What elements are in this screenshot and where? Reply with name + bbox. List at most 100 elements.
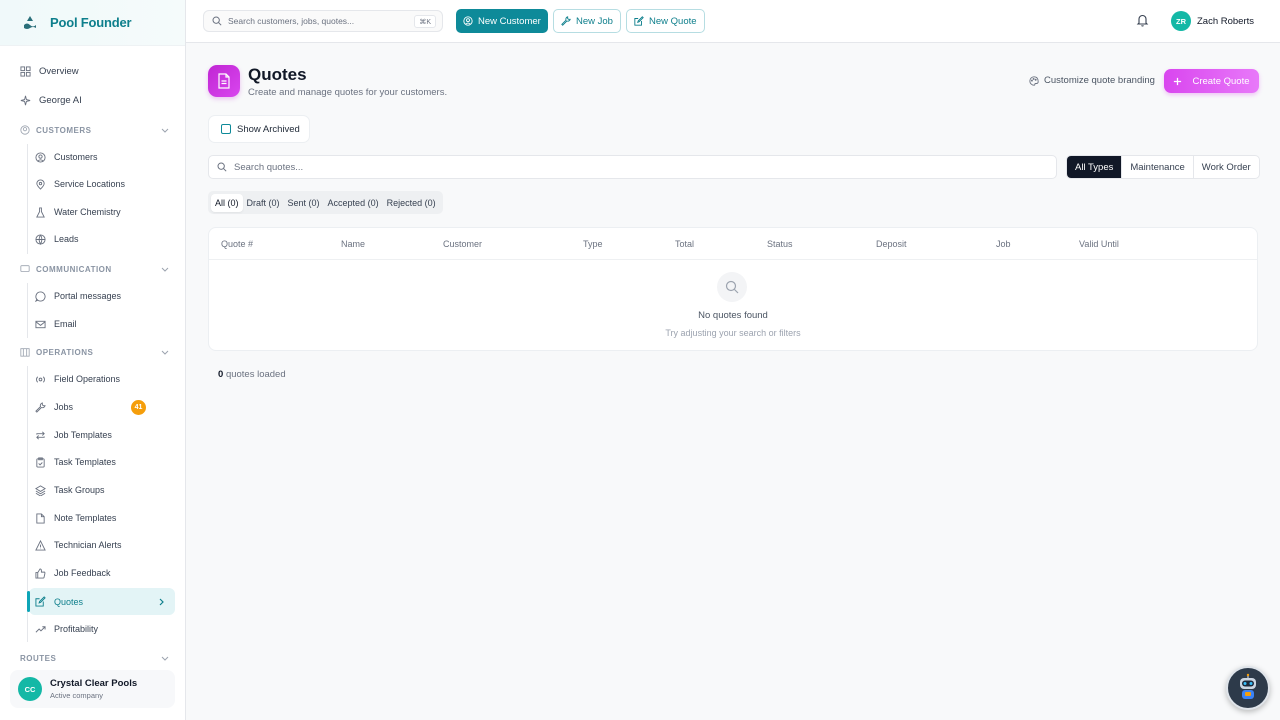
new-customer-button[interactable]: New Customer bbox=[456, 9, 548, 33]
assistant-bot-button[interactable] bbox=[1226, 666, 1270, 710]
mail-icon bbox=[35, 320, 46, 328]
plus-icon bbox=[1174, 77, 1182, 85]
tab-sent[interactable]: Sent (0) bbox=[284, 194, 324, 212]
column-header[interactable]: Quote # bbox=[221, 239, 253, 249]
show-archived-toggle[interactable]: Show Archived bbox=[208, 115, 310, 143]
branding-link-label: Customize quote branding bbox=[1044, 75, 1155, 86]
sidebar-item-email[interactable]: Email bbox=[29, 311, 175, 337]
section-title: CUSTOMERS bbox=[36, 125, 92, 135]
new-job-label: New Job bbox=[576, 15, 613, 27]
page-title: Quotes bbox=[248, 65, 307, 84]
sidebar-item-label: Task Templates bbox=[54, 457, 116, 467]
wrench-icon bbox=[561, 16, 571, 26]
sidebar-item-overview[interactable]: Overview bbox=[14, 58, 175, 84]
chevron-down-icon bbox=[161, 656, 169, 661]
section-title: ROUTES bbox=[20, 653, 57, 663]
column-header[interactable]: Type bbox=[583, 239, 603, 249]
type-filter-maintenance[interactable]: Maintenance bbox=[1122, 156, 1194, 178]
tab-all[interactable]: All (0) bbox=[211, 193, 243, 212]
subgroup-line bbox=[27, 144, 28, 254]
radio-icon bbox=[36, 375, 45, 383]
sidebar-item-job-feedback[interactable]: Job Feedback bbox=[29, 560, 175, 586]
sidebar-item-quotes[interactable]: Quotes bbox=[27, 588, 175, 615]
bell-icon[interactable] bbox=[1136, 13, 1149, 27]
globe-icon bbox=[35, 233, 46, 245]
company-switcher[interactable]: CC Crystal Clear Pools Active company bbox=[10, 670, 175, 708]
layers-icon bbox=[35, 484, 46, 496]
sidebar-item-george-ai[interactable]: George AI bbox=[14, 87, 175, 113]
clipboard-icon bbox=[36, 456, 45, 468]
edit-file-icon bbox=[35, 596, 46, 607]
tab-draft[interactable]: Draft (0) bbox=[243, 194, 284, 212]
loaded-count-label: quotes loaded bbox=[225, 369, 286, 380]
sidebar-item-label: George AI bbox=[39, 94, 82, 106]
company-name: Crystal Clear Pools bbox=[50, 678, 138, 689]
user-menu[interactable]: ZR Zach Roberts bbox=[1171, 11, 1254, 31]
document-icon bbox=[218, 73, 230, 89]
empty-state-icon bbox=[717, 272, 747, 302]
section-customers[interactable]: CUSTOMERS bbox=[14, 121, 169, 139]
column-header[interactable]: Total bbox=[675, 239, 694, 249]
sidebar-item-customers[interactable]: Customers bbox=[29, 144, 175, 170]
topbar: ⌘K New Customer New Job New Quote ZR Zac… bbox=[186, 0, 1280, 43]
column-header[interactable]: Job bbox=[996, 239, 1011, 249]
loaded-count-value: 0 bbox=[218, 369, 224, 380]
user-circle-icon bbox=[35, 151, 46, 163]
chevron-down-icon bbox=[161, 267, 169, 272]
sidebar-item-technician-alerts[interactable]: Technician Alerts bbox=[29, 532, 175, 558]
sidebar-item-label: Jobs bbox=[54, 402, 74, 412]
sidebar-item-profitability[interactable]: Profitability bbox=[29, 616, 175, 642]
sidebar-item-leads[interactable]: Leads bbox=[29, 226, 175, 252]
avatar: ZR bbox=[1171, 11, 1191, 31]
sidebar-item-label: Customers bbox=[54, 152, 98, 162]
alert-triangle-icon bbox=[35, 539, 46, 551]
sidebar-item-label: Water Chemistry bbox=[54, 207, 121, 217]
section-routes[interactable]: ROUTES bbox=[14, 649, 169, 667]
create-quote-button[interactable]: Create Quote bbox=[1164, 69, 1259, 93]
type-filter-all[interactable]: All Types bbox=[1067, 156, 1123, 178]
tab-accepted[interactable]: Accepted (0) bbox=[324, 194, 383, 212]
section-title: OPERATIONS bbox=[36, 347, 94, 357]
company-avatar: CC bbox=[18, 677, 42, 701]
sidebar-item-label: Job Feedback bbox=[54, 568, 111, 578]
sidebar-item-task-groups[interactable]: Task Groups bbox=[29, 477, 175, 503]
sidebar: Pool Founder Overview George AI CUSTOMER… bbox=[0, 0, 186, 720]
sidebar-item-water-chemistry[interactable]: Water Chemistry bbox=[29, 199, 175, 225]
customize-branding-link[interactable]: Customize quote branding bbox=[1029, 75, 1155, 86]
section-operations[interactable]: OPERATIONS bbox=[14, 343, 169, 361]
sidebar-item-task-templates[interactable]: Task Templates bbox=[29, 449, 175, 475]
sidebar-item-field-operations[interactable]: Field Operations bbox=[29, 366, 175, 392]
column-header[interactable]: Name bbox=[341, 239, 365, 249]
sidebar-item-note-templates[interactable]: Note Templates bbox=[29, 505, 175, 531]
new-job-button[interactable]: New Job bbox=[553, 9, 621, 33]
sidebar-item-job-templates[interactable]: Job Templates bbox=[29, 422, 175, 448]
sidebar-item-service-locations[interactable]: Service Locations bbox=[29, 171, 175, 197]
column-header[interactable]: Customer bbox=[443, 239, 482, 249]
sidebar-item-label: Profitability bbox=[54, 624, 99, 634]
column-header[interactable]: Deposit bbox=[876, 239, 907, 249]
new-quote-button[interactable]: New Quote bbox=[626, 9, 705, 33]
sidebar-item-label: Note Templates bbox=[54, 513, 117, 523]
sidebar-item-label: Quotes bbox=[54, 596, 84, 607]
global-search[interactable]: ⌘K bbox=[203, 10, 443, 32]
type-filter-work-order[interactable]: Work Order bbox=[1194, 156, 1259, 178]
sidebar-item-label: Technician Alerts bbox=[54, 540, 122, 550]
quote-search[interactable] bbox=[208, 155, 1057, 179]
section-communication[interactable]: COMMUNICATION bbox=[14, 260, 169, 278]
brand[interactable]: Pool Founder bbox=[0, 0, 185, 46]
logo-icon bbox=[24, 15, 36, 29]
empty-state-title: No quotes found bbox=[698, 310, 768, 321]
sidebar-item-label: Overview bbox=[39, 65, 79, 77]
show-archived-checkbox[interactable] bbox=[221, 124, 231, 134]
sidebar-item-jobs[interactable]: Jobs 41 bbox=[29, 394, 175, 420]
chevron-right-icon bbox=[159, 598, 164, 605]
global-search-input[interactable] bbox=[228, 16, 408, 26]
tab-rejected[interactable]: Rejected (0) bbox=[383, 194, 440, 212]
search-icon bbox=[212, 16, 222, 26]
sidebar-item-portal-messages[interactable]: Portal messages bbox=[29, 283, 175, 309]
column-header[interactable]: Status bbox=[767, 239, 793, 249]
quote-search-input[interactable] bbox=[234, 161, 1014, 173]
edit-file-icon bbox=[634, 16, 644, 26]
trending-up-icon bbox=[35, 625, 46, 633]
column-header[interactable]: Valid Until bbox=[1079, 239, 1119, 249]
